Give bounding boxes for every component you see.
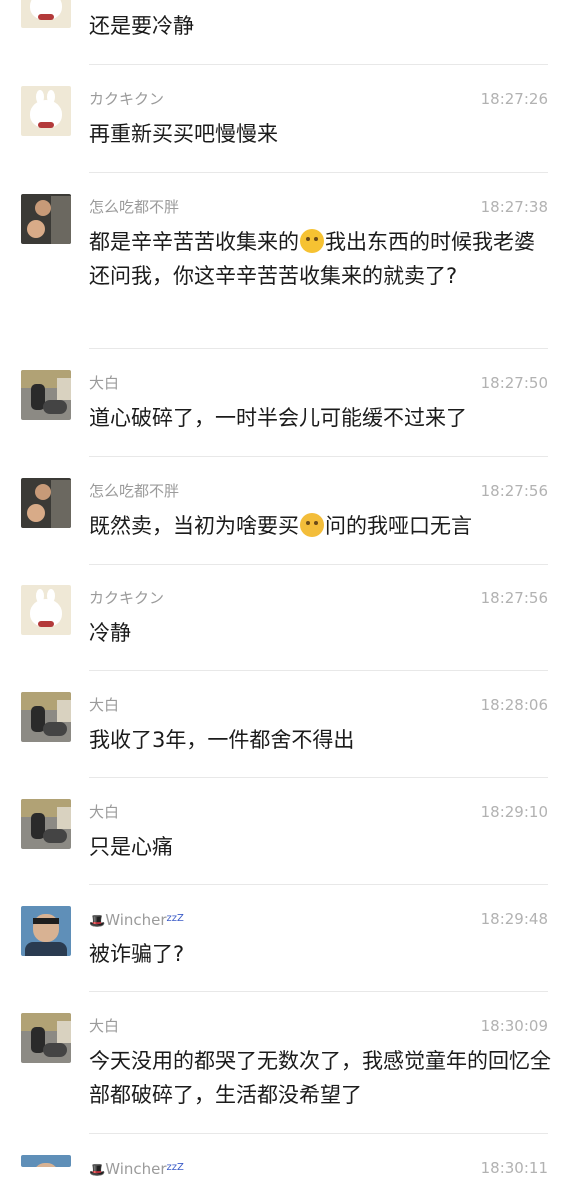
- sleeping-zz-icon: zzZ: [166, 1162, 184, 1173]
- avatar[interactable]: [21, 1013, 71, 1063]
- avatar[interactable]: [21, 1155, 71, 1167]
- avatar[interactable]: [21, 692, 71, 742]
- message-time: 18:27:56: [480, 589, 548, 607]
- crying-face-emoji: [300, 513, 324, 537]
- top-hat-icon: 🎩: [89, 1163, 106, 1178]
- avatar[interactable]: [21, 194, 71, 244]
- message-time: 18:30:11: [480, 1159, 548, 1177]
- message-text: 只是心痛: [89, 835, 173, 859]
- message-time: 18:29:48: [480, 910, 548, 928]
- sender-name: カクキクン: [89, 589, 165, 607]
- avatar[interactable]: [21, 906, 71, 956]
- message-time: 18:27:26: [480, 90, 548, 108]
- message-text: 今天没用的都哭了无数次了，我感觉童年的回忆全部都破碎了，生活都没希望了: [89, 1049, 551, 1107]
- message-text-part: 问的我哑口无言: [325, 514, 472, 538]
- sleeping-zz-icon: zzZ: [166, 913, 184, 924]
- avatar[interactable]: [21, 799, 71, 849]
- message-time: 18:29:10: [480, 803, 548, 821]
- divider: [89, 564, 548, 565]
- message-text: 道心破碎了，一时半会儿可能缓不过来了: [89, 406, 467, 430]
- message-text: 被诈骗了?: [89, 942, 185, 966]
- divider: [89, 777, 548, 778]
- sender-name: 🎩WincherzzZ: [89, 1160, 184, 1178]
- sender-name: カクキクン: [89, 90, 165, 108]
- message-text-part: 都是辛辛苦苦收集来的: [89, 230, 299, 254]
- sender-name: 大白: [89, 803, 120, 821]
- message-time: 18:27:56: [480, 482, 548, 500]
- divider: [89, 348, 548, 349]
- divider: [89, 172, 548, 173]
- sender-name: 大白: [89, 374, 120, 392]
- dizzy-face-emoji: [300, 229, 324, 253]
- message-text: 都是辛辛苦苦收集来的 我出东西的时候我老婆还问我，你这辛辛苦苦收集来的就卖了?: [89, 225, 555, 293]
- sender-name: 怎么吃都不胖: [89, 482, 180, 500]
- message-time: 18:28:06: [480, 696, 548, 714]
- avatar[interactable]: [21, 0, 71, 28]
- top-hat-icon: 🎩: [89, 914, 106, 929]
- avatar[interactable]: [21, 86, 71, 136]
- divider: [89, 884, 548, 885]
- avatar[interactable]: [21, 585, 71, 635]
- divider: [89, 991, 548, 992]
- divider: [89, 456, 548, 457]
- divider: [89, 670, 548, 671]
- sender-name: 🎩WincherzzZ: [89, 911, 184, 929]
- sender-name: 大白: [89, 1017, 120, 1035]
- message-time: 18:27:38: [480, 198, 548, 216]
- sender-name: 怎么吃都不胖: [89, 198, 180, 216]
- message-text: 冷静: [89, 621, 131, 645]
- divider: [89, 1133, 548, 1134]
- message-time: 18:30:09: [480, 1017, 548, 1035]
- message-text: 我收了3年，一件都舍不得出: [89, 728, 355, 752]
- sender-name: 大白: [89, 696, 120, 714]
- divider: [89, 64, 548, 65]
- message-text: 还是要冷静: [89, 14, 194, 38]
- avatar[interactable]: [21, 478, 71, 528]
- message-text: 再重新买买吧慢慢来: [89, 122, 278, 146]
- message-text: 既然卖，当初为啥要买 问的我哑口无言: [89, 509, 555, 543]
- message-time: 18:27:50: [480, 374, 548, 392]
- avatar[interactable]: [21, 370, 71, 420]
- message-text-part: 既然卖，当初为啥要买: [89, 514, 299, 538]
